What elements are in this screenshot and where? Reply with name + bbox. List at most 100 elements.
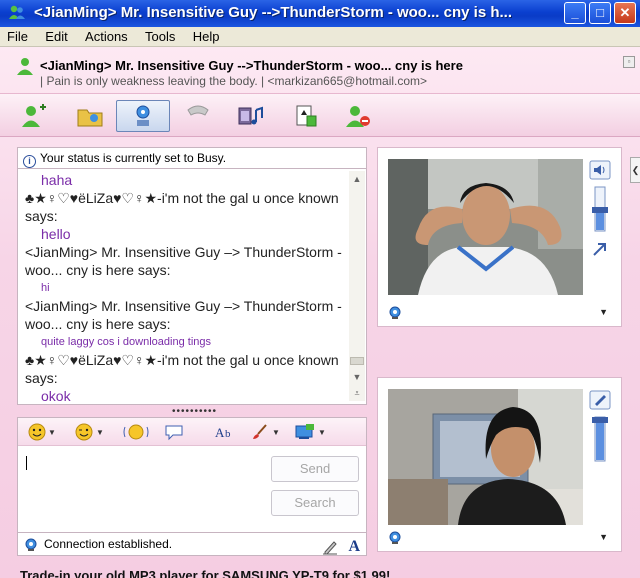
message-text: haha <box>41 172 73 188</box>
my-video-footer: ▼ <box>388 530 612 546</box>
chevron-down-icon[interactable]: ▼ <box>599 532 608 542</box>
font-style-icon: A b <box>215 425 231 440</box>
menu-tools[interactable]: Tools <box>138 27 182 45</box>
message-text: hello <box>41 226 71 242</box>
my-video-panel: ▼ <box>377 377 622 552</box>
contact-personal-message: | Pain is only weakness leaving the body… <box>40 74 428 88</box>
compose-toolbar: ▼ ▼ A b ▼ ▼ <box>18 418 366 446</box>
nudge-button[interactable] <box>122 422 150 442</box>
message-list: haha ♣★♀♡♥ëLiZa♥♡♀★-i'm not the gal u onc… <box>25 171 343 404</box>
status-info-bar: i Your status is currently set to Busy. <box>17 147 367 169</box>
nudge-icon <box>123 424 149 440</box>
message-text: hi <box>41 282 50 294</box>
compose-area: ▼ ▼ A b ▼ ▼ Send Search <box>17 417 367 541</box>
my-video-controls <box>589 390 613 466</box>
minimize-button[interactable]: _ <box>564 2 586 24</box>
film-music-icon <box>238 106 263 125</box>
history-scrollbar[interactable]: ▲ ▼ ⩡ <box>349 171 365 401</box>
message-sender: ♣★♀♡♥ëLiZa♥♡♀★-i'm not the gal u once kn… <box>25 190 339 224</box>
connection-status-text: Connection established. <box>44 537 173 551</box>
pane-splitter[interactable]: •••••••••• <box>172 406 217 417</box>
maximize-button[interactable]: □ <box>589 2 611 24</box>
contact-header: <JianMing> Mr. Insensitive Guy -->Thunde… <box>0 47 640 93</box>
background-button[interactable]: ▼ <box>250 422 280 442</box>
scroll-thumb[interactable] <box>350 357 364 365</box>
invite-contact-button[interactable] <box>14 100 54 132</box>
chevron-down-icon[interactable]: ▼ <box>599 307 608 317</box>
message-text: okok <box>41 388 71 404</box>
screen-share-icon <box>295 424 314 439</box>
message-text: quite laggy cos i downloading tings <box>41 336 212 348</box>
window-title: <JianMing> Mr. Insensitive Guy -->Thunde… <box>34 4 513 21</box>
my-webcam-image <box>388 389 583 525</box>
svg-text:b: b <box>225 428 231 440</box>
main-toolbar <box>0 93 640 137</box>
buddy-icon <box>17 58 33 75</box>
remote-video-footer: ▼ <box>388 305 612 321</box>
folder-icon <box>77 109 103 127</box>
typing-mode-button[interactable]: A <box>348 536 360 558</box>
send-files-button[interactable] <box>70 100 110 132</box>
scroll-end-arrow[interactable]: ⩡ <box>349 385 365 401</box>
voice-clip-button[interactable] <box>164 422 184 442</box>
add-contact-icon <box>22 104 46 127</box>
conversation-history: haha ♣★♀♡♥ëLiZa♥♡♀★-i'm not the gal u onc… <box>17 169 367 405</box>
collapse-header-button[interactable]: ▫ <box>623 56 635 68</box>
webcam-icon <box>136 105 150 126</box>
webcam-button[interactable] <box>116 100 170 132</box>
connection-status-bar: Connection established. A <box>17 532 367 556</box>
scroll-up-arrow[interactable]: ▲ <box>349 171 365 187</box>
chevron-down-icon: ▼ <box>272 427 280 437</box>
contact-name: <JianMing> Mr. Insensitive Guy -->Thunde… <box>40 58 463 73</box>
menu-bar: File Edit Actions Tools Help <box>0 27 640 47</box>
message-sender: <JianMing> Mr. Insensitive Guy –> Thunde… <box>25 298 342 332</box>
chevron-down-icon: ▼ <box>48 427 56 437</box>
connection-icon <box>25 538 37 551</box>
font-button[interactable]: A b <box>214 422 236 442</box>
block-contact-button[interactable] <box>338 100 378 132</box>
more-actions-button[interactable]: ▼ <box>294 422 326 442</box>
speaker-icon[interactable] <box>589 160 611 180</box>
remote-webcam-feed <box>388 159 583 295</box>
wink-icon <box>75 423 93 441</box>
chevron-down-icon: ▼ <box>318 427 326 437</box>
block-contact-icon <box>346 106 370 127</box>
wink-button[interactable]: ▼ <box>74 422 104 442</box>
conversation-window: <JianMing> Mr. Insensitive Guy -->Thunde… <box>0 47 640 578</box>
text-caret <box>26 456 27 470</box>
chevron-down-icon: ▼ <box>96 427 104 437</box>
search-button[interactable]: Search <box>271 490 359 516</box>
status-message: Your status is currently set to Busy. <box>40 151 227 165</box>
speech-bubble-icon <box>165 425 183 441</box>
webcam-icon[interactable] <box>388 306 402 320</box>
microphone-icon[interactable] <box>589 390 611 410</box>
my-webcam-feed <box>388 389 583 525</box>
close-button[interactable]: ✕ <box>614 2 636 24</box>
voice-call-button[interactable] <box>178 100 218 132</box>
media-button[interactable] <box>230 100 270 132</box>
title-bar[interactable]: <JianMing> Mr. Insensitive Guy -->Thunde… <box>0 0 640 27</box>
scroll-down-arrow[interactable]: ▼ <box>349 369 365 385</box>
info-icon: i <box>23 155 36 168</box>
svg-text:A: A <box>215 425 225 440</box>
menu-edit[interactable]: Edit <box>38 27 74 45</box>
handwriting-icon[interactable] <box>322 539 338 555</box>
remote-video-controls <box>589 160 613 263</box>
menu-help[interactable]: Help <box>186 27 227 45</box>
emoticon-button[interactable]: ▼ <box>28 422 56 442</box>
games-button[interactable] <box>286 100 326 132</box>
messenger-icon <box>9 5 25 19</box>
remote-video-panel: ▼ <box>377 147 622 327</box>
mic-volume-slider[interactable] <box>589 415 611 463</box>
status-tools: A <box>322 536 360 558</box>
menu-file[interactable]: File <box>0 27 35 45</box>
advertisement-text[interactable]: Trade-in your old MP3 player for SAMSUNG… <box>20 568 390 578</box>
send-button[interactable]: Send <box>271 456 359 482</box>
volume-slider[interactable] <box>589 185 611 233</box>
remote-webcam-image <box>388 159 583 295</box>
expand-icon[interactable] <box>589 240 611 260</box>
message-input[interactable] <box>22 452 262 532</box>
menu-actions[interactable]: Actions <box>78 27 135 45</box>
sidebar-toggle[interactable]: ❮ <box>630 157 640 183</box>
webcam-icon[interactable] <box>388 531 402 545</box>
